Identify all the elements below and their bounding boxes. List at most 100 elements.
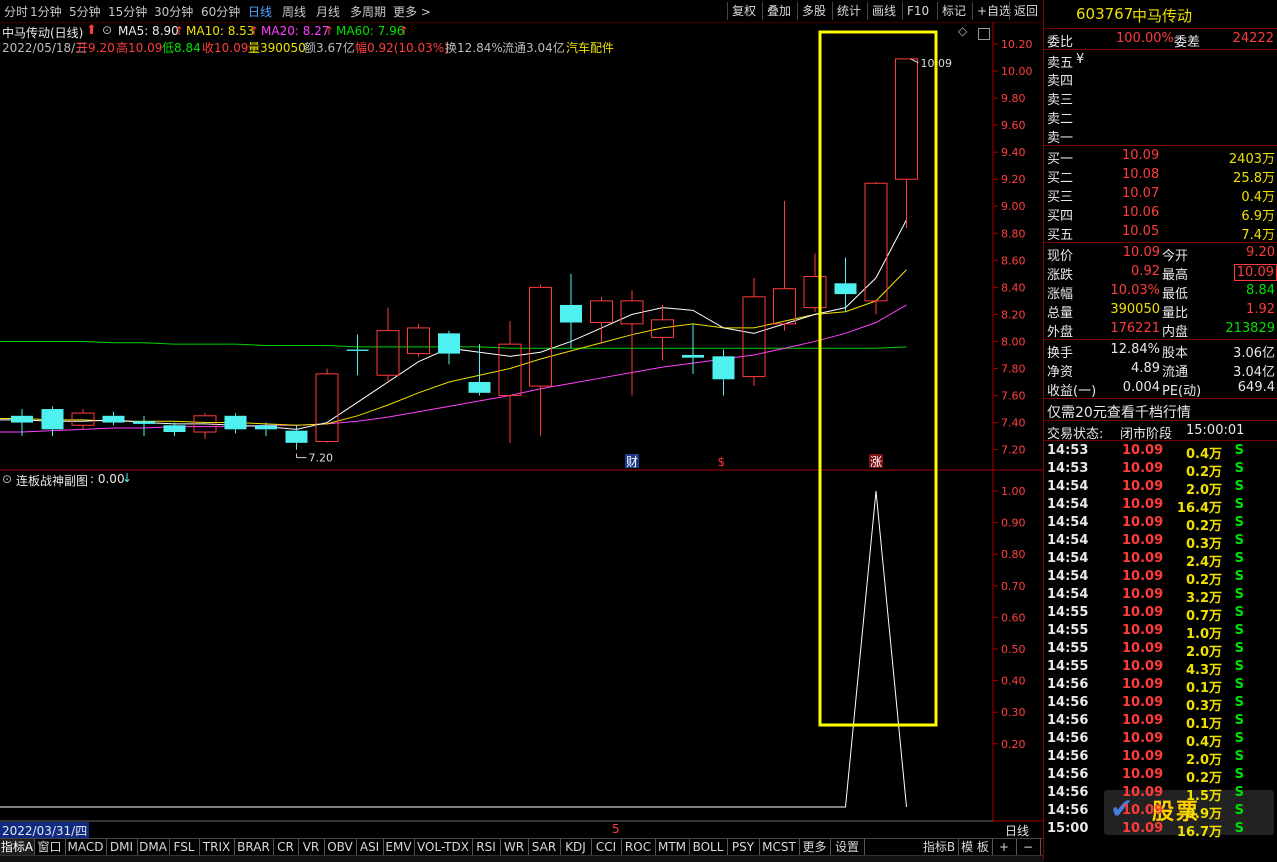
tick-price: 10.09 [1122,749,1164,764]
candle-body [682,354,704,358]
quote-value: 9.20 [1246,245,1275,260]
period-monthly[interactable]: 月线 [316,3,340,20]
statistics-button[interactable]: 统计 [832,2,865,20]
tab-dma[interactable]: DMA [137,839,170,856]
tab-roc[interactable]: ROC [621,839,656,856]
back-button[interactable]: 返回 [1009,2,1042,20]
sell-4[interactable]: 卖四 [1044,69,1277,89]
period-60min[interactable]: 60分钟 [201,3,240,20]
buy-2[interactable]: 买二 10.08 25.8万 [1044,166,1277,186]
f10-button[interactable]: F10 [902,2,933,20]
tab-more[interactable]: 更多 [799,839,831,856]
sub-value: : 0.00 [90,472,125,486]
buy-3[interactable]: 买三 10.07 0.4万 [1044,185,1277,205]
tab-asi[interactable]: ASI [356,839,384,856]
quote-panel: 603767 中马传动 委比 100.00% 委差 24222 卖五 ¥ 卖四 卖… [1043,0,1277,861]
tab-window[interactable]: 窗口 [34,839,66,856]
sell-label: 卖三 [1047,93,1074,108]
tick-price: 10.09 [1122,551,1164,566]
quote-label: 今开 [1162,249,1189,264]
quote-value: 213829 [1225,321,1275,336]
period-15min[interactable]: 15分钟 [108,3,147,20]
tick-side: S [1234,677,1244,692]
sub-polyline [0,490,907,808]
period-more[interactable]: 更多 > [393,3,431,20]
sell-2[interactable]: 卖二 [1044,107,1277,127]
tab-sar[interactable]: SAR [528,839,561,856]
quote-value: 10.09 [1233,264,1277,281]
tick-price: 10.09 [1122,605,1164,620]
candle-body [315,373,339,442]
sell-5[interactable]: 卖五 ¥ [1044,51,1277,71]
tab-trix[interactable]: TRIX [199,839,235,856]
zoom-out-icon[interactable]: − [1016,839,1041,856]
quote-label: 最低 [1162,287,1189,302]
tab-fsl[interactable]: FSL [169,839,200,856]
tab-kdj[interactable]: KDJ [560,839,592,856]
tick-row: 14:54 10.09 2.0万 S [1044,478,1277,498]
sub-tick-label: 0.70 [1001,580,1026,593]
tab-settings[interactable]: 设置 [830,839,865,856]
tab-indicator-a[interactable]: 指标A [0,839,35,856]
quote-row: 外盘 176221 内盘 213829 [1044,320,1277,340]
tick-price: 10.09 [1122,443,1164,458]
buy-1[interactable]: 买一 10.09 2403万 [1044,147,1277,167]
tab-vol-tdx[interactable]: VOL-TDX [414,839,473,856]
status-time: 15:00:01 [1186,423,1245,438]
tick-row: 14:55 10.09 2.0万 S [1044,640,1277,660]
candle-body [742,296,766,378]
sell-1[interactable]: 卖一 [1044,126,1277,146]
promo-row[interactable]: 仅需20元查看千档行情 [1044,401,1277,422]
draw-line-button[interactable]: 画线 [867,2,900,20]
period-weekly[interactable]: 周线 [282,3,306,20]
sell-3[interactable]: 卖三 [1044,88,1277,108]
tab-brar[interactable]: BRAR [234,839,274,856]
sub-indicator-line [0,490,907,808]
tab-indicator-b[interactable]: 指标B [920,839,959,856]
period-multi[interactable]: 多周期 [350,3,386,20]
period-5min[interactable]: 5分钟 [69,3,101,20]
tab-rsi[interactable]: RSI [472,839,501,856]
fund-value: 4.89 [1131,361,1160,376]
sub-collapse-icon[interactable]: ⊙ [2,472,12,486]
tick-row: 14:56 10.09 0.3万 S [1044,694,1277,714]
kline-chart[interactable]: 7.2010.09 10.20 10.00 9.80 9.60 9.40 9.20 9.00… [0,22,1043,838]
tab-macd[interactable]: MACD [65,839,107,856]
tab-boll[interactable]: BOLL [689,839,728,856]
tab-dmi[interactable]: DMI [106,839,138,856]
stock-code: 603767 [1076,5,1134,23]
period-1min[interactable]: 1分钟 [30,3,62,20]
tab-wr[interactable]: WR [500,839,529,856]
tab-mcst[interactable]: MCST [759,839,800,856]
tab-cr[interactable]: CR [273,839,299,856]
quote-label: 最高 [1162,268,1189,283]
tick-side: S [1234,785,1244,800]
buy-4[interactable]: 买四 10.06 6.9万 [1044,204,1277,224]
restore-rights-button[interactable]: 复权 [727,2,760,20]
highlight-rect [818,30,938,727]
tab-emv[interactable]: EMV [383,839,415,856]
tab-template[interactable]: 模 板 [958,839,993,856]
tick-time: 14:55 [1047,641,1089,656]
zoom-in-icon[interactable]: + [992,839,1017,856]
buy-5[interactable]: 买五 10.05 7.4万 [1044,223,1277,243]
period-30min[interactable]: 30分钟 [154,3,193,20]
buy-price: 10.09 [1122,148,1160,163]
tick-time: 14:56 [1047,713,1089,728]
tick-price: 10.09 [1122,659,1164,674]
buy-label: 买四 [1047,209,1074,224]
mark-button[interactable]: 标记 [937,2,970,20]
promo-link[interactable]: 仅需20元查看千档行情 [1047,402,1191,422]
period-daily[interactable]: 日线 [248,3,272,20]
tab-cci[interactable]: CCI [591,839,622,856]
tab-vr[interactable]: VR [298,839,325,856]
buy-price: 10.06 [1122,205,1160,220]
tick-price: 10.09 [1122,785,1164,800]
overlay-button[interactable]: 叠加 [762,2,795,20]
tab-obv[interactable]: OBV [324,839,357,856]
multi-stock-button[interactable]: 多股 [797,2,830,20]
candle-body [285,430,308,443]
tab-psy[interactable]: PSY [727,839,760,856]
period-fenshi[interactable]: 分时 [4,3,28,20]
tab-mtm[interactable]: MTM [655,839,690,856]
